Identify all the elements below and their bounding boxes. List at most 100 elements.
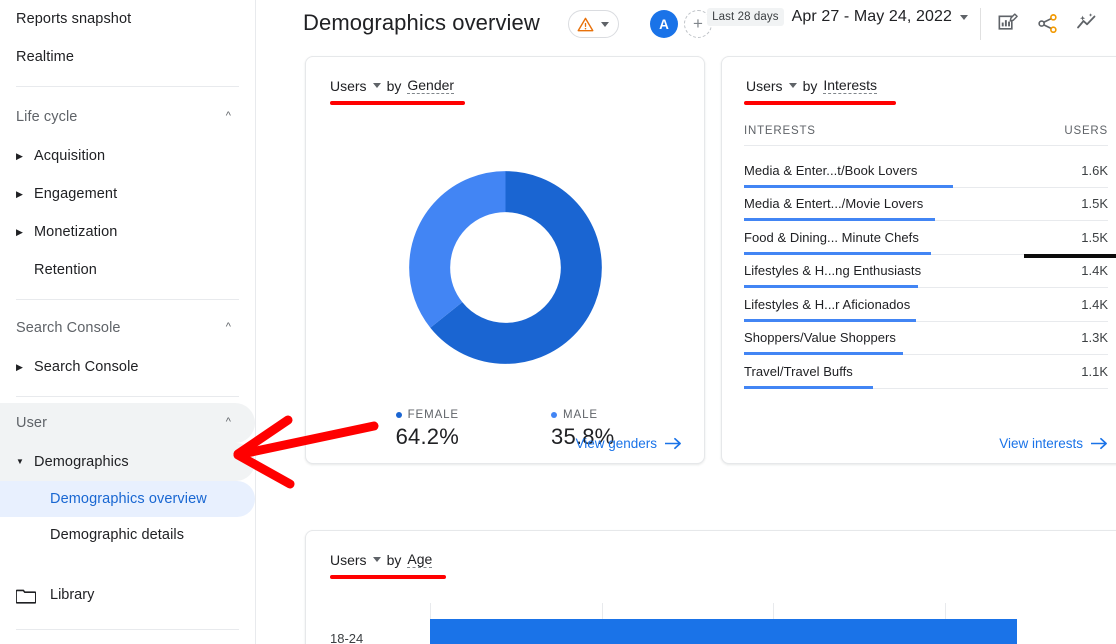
sidebar-section-life-cycle[interactable]: Life cycle ^	[0, 97, 255, 137]
edit-report-icon[interactable]	[994, 10, 1020, 36]
table-row[interactable]: Travel/Travel Buffs1.1K	[744, 355, 1108, 389]
sidebar-section-user[interactable]: User ^	[0, 403, 255, 443]
age-category-label: 18-24	[330, 631, 363, 644]
metric-selector-interests[interactable]: Users	[746, 78, 797, 94]
data-warning-chip[interactable]	[568, 10, 619, 38]
view-genders-link[interactable]: View genders	[575, 436, 682, 451]
table-row[interactable]: Media & Entert.../Movie Lovers 1.5K	[744, 188, 1108, 222]
insights-icon[interactable]	[1074, 10, 1100, 36]
legend-label: MALE	[563, 409, 598, 421]
dimension-link-gender[interactable]: Gender	[407, 77, 454, 94]
header-action-icons	[994, 10, 1100, 36]
sidebar-item-label: Library	[50, 587, 94, 603]
by-word: by	[803, 78, 818, 94]
legend-label: FEMALE	[408, 409, 459, 421]
sidebar-subitem-label: Demographic details	[50, 527, 184, 543]
age-bar-chart-plot[interactable]	[430, 603, 1116, 644]
metric-label: Users	[330, 78, 367, 94]
by-word: by	[387, 78, 402, 94]
caret-down-icon	[789, 83, 797, 88]
header-divider	[980, 8, 981, 40]
interest-name: Food & Dining... Minute Chefs	[744, 230, 919, 245]
chevron-up-icon[interactable]: ^	[226, 321, 231, 333]
users-by-age-card: Users by Age 18-24	[305, 530, 1116, 644]
age-bar-18-24[interactable]	[430, 619, 1017, 644]
sidebar-item-library[interactable]: Library	[0, 575, 255, 615]
interest-users-value: 1.5K	[1081, 230, 1108, 245]
gender-donut-chart[interactable]	[306, 165, 704, 370]
interest-users-value: 1.4K	[1081, 263, 1108, 278]
metric-label: Users	[746, 78, 783, 94]
metric-selector-age[interactable]: Users	[330, 552, 381, 568]
interest-name: Lifestyles & H...ng Enthusiasts	[744, 263, 921, 278]
chevron-up-icon[interactable]: ^	[226, 416, 231, 428]
interest-users-value: 1.3K	[1081, 330, 1108, 345]
view-interests-link[interactable]: View interests	[999, 436, 1108, 451]
ga4-demographics-overview-screen: Reports snapshot Realtime Life cycle ^ ▶…	[0, 0, 1116, 644]
sidebar-item-label: Search Console	[34, 359, 139, 375]
page-title: Demographics overview	[303, 10, 540, 36]
chevron-left-icon[interactable]: ‹	[223, 638, 229, 644]
sidebar-item-retention[interactable]: Retention	[0, 251, 255, 289]
legend-dot-female	[396, 412, 402, 418]
users-by-interests-card: Users by Interests INTERESTS USERS Media…	[721, 56, 1116, 464]
table-row[interactable]: Food & Dining... Minute Chefs 1.5K	[744, 221, 1108, 255]
sidebar-item-acquisition[interactable]: ▶ Acquisition	[0, 137, 255, 175]
users-by-gender-card: Users by Gender FEMALE 64.2%	[305, 56, 705, 464]
interest-name: Media & Entert.../Movie Lovers	[744, 196, 923, 211]
legend-female-head: FEMALE	[396, 409, 459, 421]
interest-name: Travel/Travel Buffs	[744, 364, 853, 379]
sidebar-item-demographics[interactable]: ▼ Demographics	[0, 443, 255, 481]
interest-users-value: 1.4K	[1081, 297, 1108, 312]
sidebar-item-label: Monetization	[34, 224, 117, 240]
sidebar-item-demographics-overview[interactable]: Demographics overview	[0, 481, 255, 517]
arrow-right-icon	[1091, 437, 1108, 450]
caret-right-icon: ▶	[16, 228, 32, 237]
sidebar-subitem-label: Demographics overview	[50, 491, 207, 507]
legend-value: 64.2%	[396, 424, 459, 450]
table-row[interactable]: Media & Enter...t/Book Lovers1.6K	[744, 154, 1108, 188]
page-header: Demographics overview A + Last 28 days A…	[255, 0, 1116, 52]
sidebar-section-label: Life cycle	[16, 109, 77, 125]
donut-svg	[403, 165, 608, 370]
dimension-link-interests[interactable]: Interests	[823, 77, 877, 94]
sidebar-item-demographic-details[interactable]: Demographic details	[0, 517, 255, 553]
annotation-underline-interests	[744, 101, 896, 105]
plus-icon: +	[693, 14, 703, 34]
sidebar-item-monetization[interactable]: ▶ Monetization	[0, 213, 255, 251]
dimension-link-age[interactable]: Age	[407, 551, 432, 568]
sidebar-section-search-console[interactable]: Search Console ^	[0, 308, 255, 348]
metric-selector-gender[interactable]: Users	[330, 78, 381, 94]
card-title-interests: Users by Interests	[746, 77, 877, 94]
table-row[interactable]: Lifestyles & H...ng Enthusiasts 1.4K	[744, 255, 1108, 289]
sidebar-item-realtime[interactable]: Realtime	[0, 38, 255, 76]
interest-name: Shoppers/Value Shoppers	[744, 330, 896, 345]
table-row[interactable]: Lifestyles & H...r Aficionados1.4K	[744, 288, 1108, 322]
chevron-up-icon[interactable]: ^	[226, 110, 231, 122]
caret-down-icon	[601, 22, 609, 27]
sidebar-item-reports-snapshot[interactable]: Reports snapshot	[0, 0, 255, 38]
column-header-users: USERS	[1064, 125, 1108, 137]
sidebar-item-engagement[interactable]: ▶ Engagement	[0, 175, 255, 213]
black-line-annotation	[1024, 254, 1116, 258]
annotation-underline-age	[330, 575, 446, 579]
sidebar-section-label: User	[16, 415, 47, 431]
legend-item-female: FEMALE 64.2%	[396, 409, 459, 450]
share-icon[interactable]	[1034, 10, 1060, 36]
folder-icon	[16, 587, 38, 604]
interests-table-header: INTERESTS USERS	[744, 125, 1108, 146]
sidebar-item-label: Engagement	[34, 186, 117, 202]
sidebar-divider-4	[16, 629, 239, 630]
interest-users-value: 1.5K	[1081, 196, 1108, 211]
interest-users-value: 1.6K	[1081, 163, 1108, 178]
legend-dot-male	[551, 412, 557, 418]
sidebar-item-search-console[interactable]: ▶ Search Console	[0, 348, 255, 386]
table-row[interactable]: Shoppers/Value Shoppers 1.3K	[744, 322, 1108, 356]
card-title-gender: Users by Gender	[330, 77, 454, 94]
column-header-interests: INTERESTS	[744, 125, 816, 137]
avatar[interactable]: A	[650, 10, 678, 38]
date-range-selector[interactable]: Last 28 days Apr 27 - May 24, 2022	[707, 8, 968, 26]
caret-right-icon: ▶	[16, 363, 32, 372]
interest-progress-bar	[744, 386, 873, 389]
metric-label: Users	[330, 552, 367, 568]
